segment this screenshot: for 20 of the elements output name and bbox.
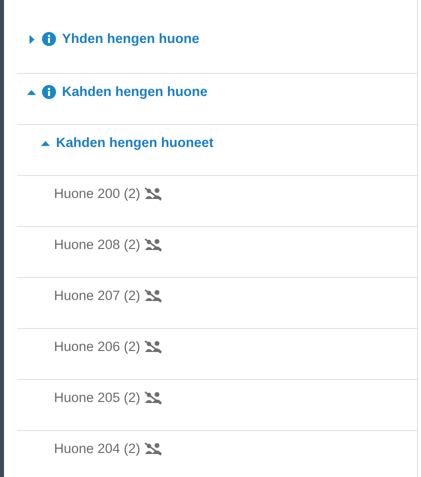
tree-item-label[interactable]: Kahden hengen huone xyxy=(62,84,208,100)
room-item[interactable]: Huone 208 (2) xyxy=(54,237,140,253)
tree-item-label[interactable]: Yhden hengen huone xyxy=(62,31,200,47)
people-crossed-icon xyxy=(144,442,162,456)
people-crossed-icon xyxy=(144,391,162,405)
people-crossed-icon xyxy=(144,340,162,354)
tree-item-label[interactable]: Kahden hengen huoneet xyxy=(56,135,214,151)
room-item[interactable]: Huone 206 (2) xyxy=(54,339,140,355)
info-icon[interactable] xyxy=(42,85,56,99)
room-item[interactable]: Huone 204 (2) xyxy=(54,441,140,457)
room-item[interactable]: Huone 205 (2) xyxy=(54,390,140,406)
caret-up-icon[interactable] xyxy=(27,88,36,96)
people-crossed-icon xyxy=(144,238,162,252)
caret-up-icon[interactable] xyxy=(41,138,50,148)
people-crossed-icon xyxy=(144,289,162,303)
caret-right-icon[interactable] xyxy=(27,34,36,44)
room-item[interactable]: Huone 207 (2) xyxy=(54,288,140,304)
room-item[interactable]: Huone 200 (2) xyxy=(54,186,140,202)
info-icon[interactable] xyxy=(42,32,56,46)
people-crossed-icon xyxy=(144,187,162,201)
